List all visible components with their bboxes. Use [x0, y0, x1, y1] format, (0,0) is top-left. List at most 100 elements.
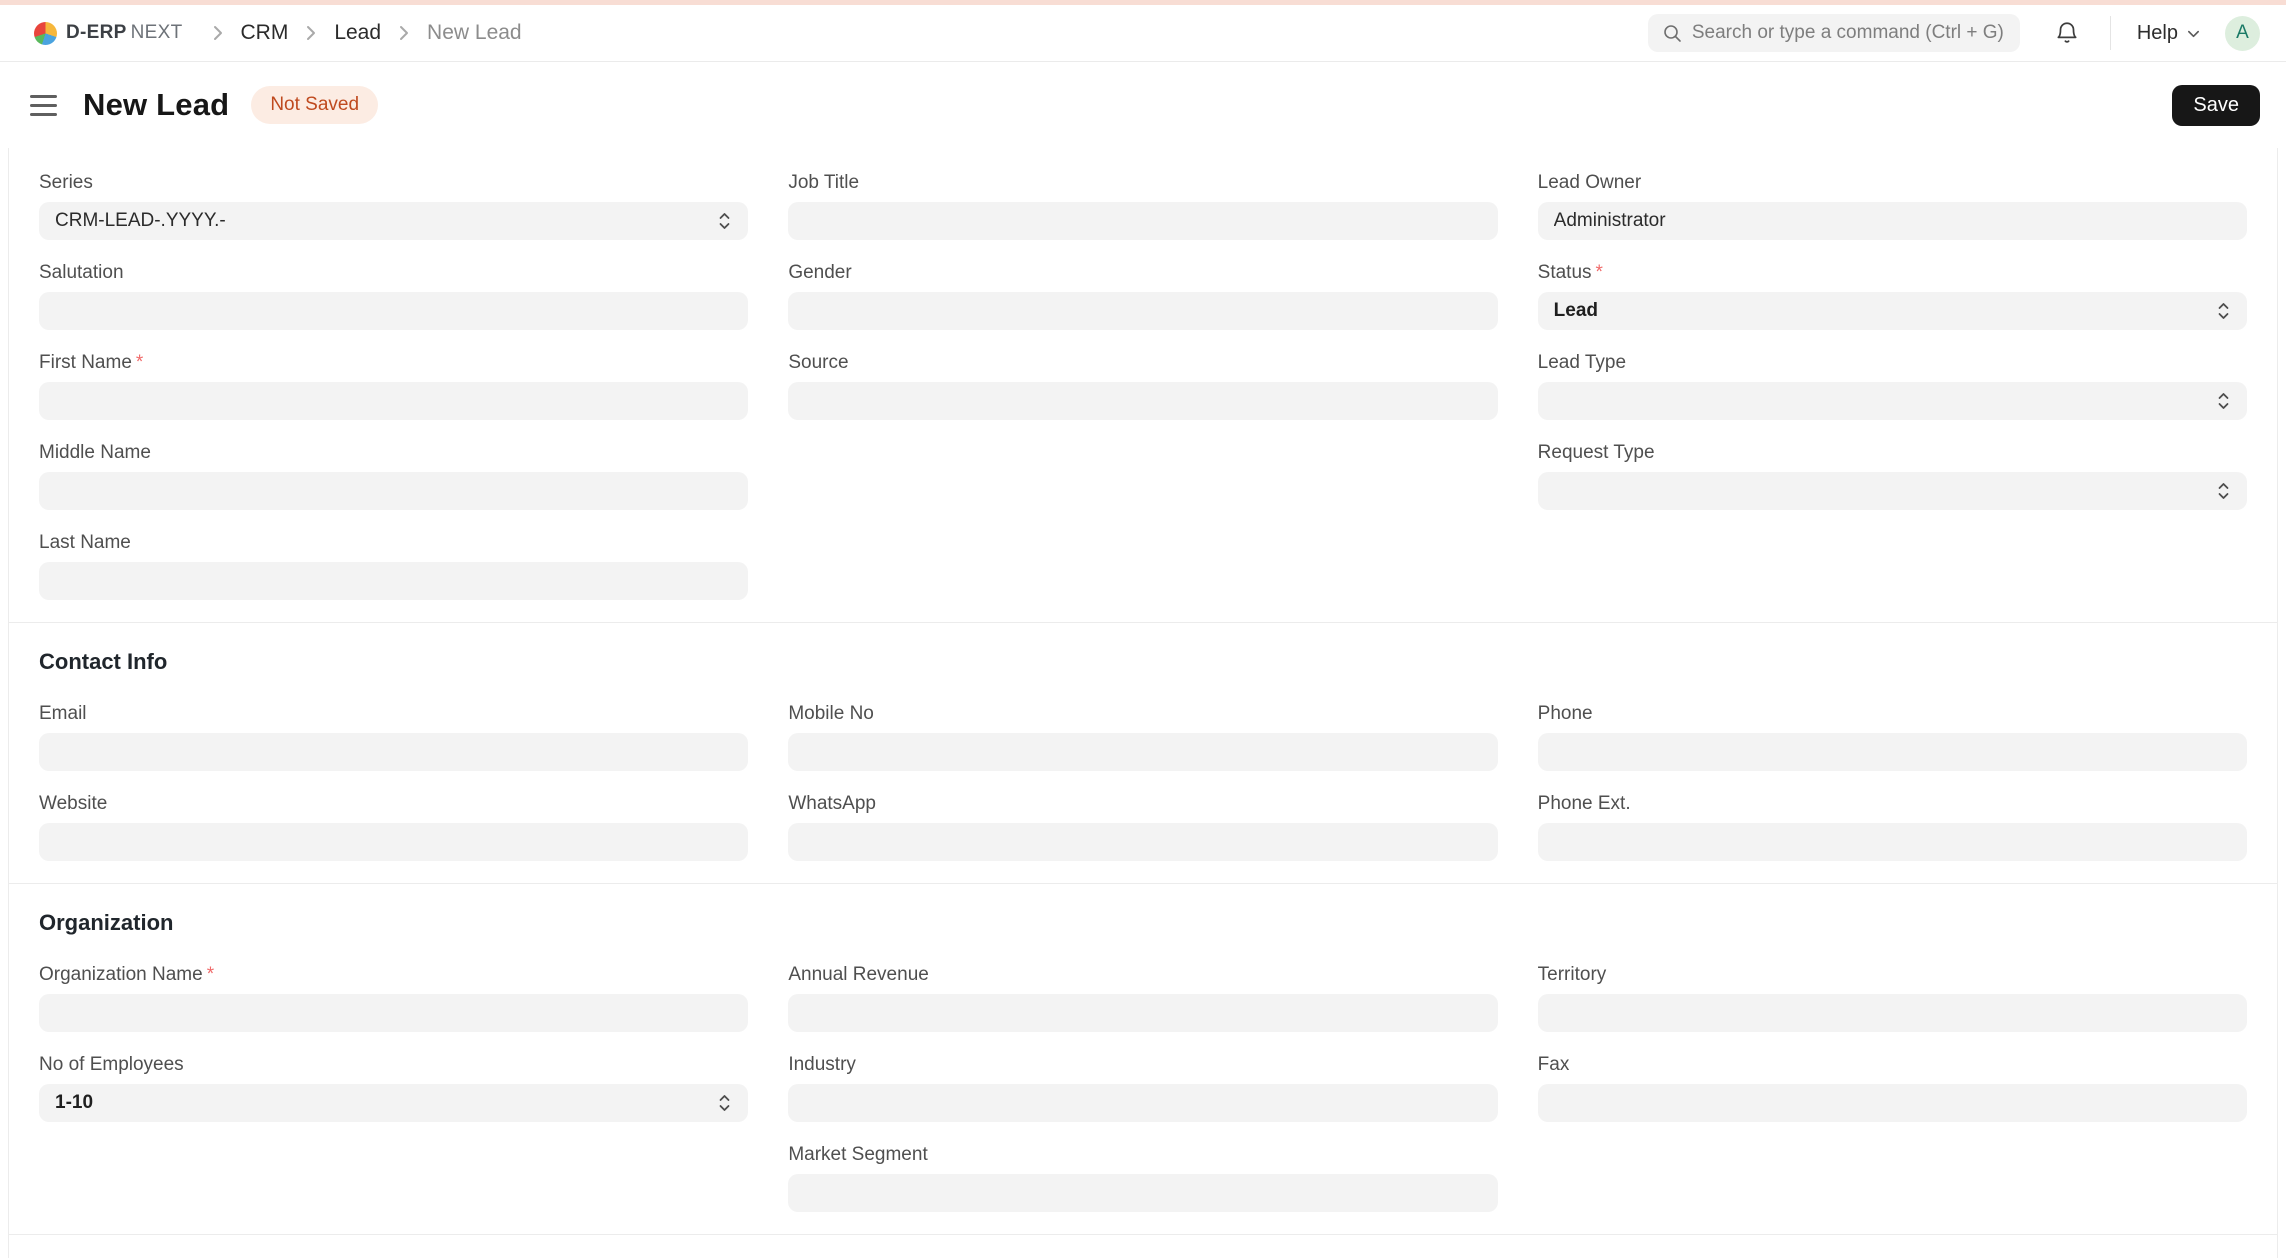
breadcrumb-item-lead[interactable]: Lead: [334, 21, 381, 45]
field-label: Industry: [788, 1054, 1497, 1076]
logo-text: D-ERPNEXT: [66, 22, 183, 44]
field-label: Last Name: [39, 532, 748, 554]
field-request-type: Request Type: [1538, 442, 2247, 510]
source-input[interactable]: [788, 382, 1497, 420]
field-label: Annual Revenue: [788, 964, 1497, 986]
last-name-input[interactable]: [39, 562, 748, 600]
field-annual-revenue: Annual Revenue: [788, 964, 1497, 1032]
email-input[interactable]: [39, 733, 748, 771]
salutation-input[interactable]: [39, 292, 748, 330]
menu-icon[interactable]: [30, 91, 57, 120]
app-logo[interactable]: D-ERPNEXT: [34, 22, 183, 45]
lead-form: Series CRM-LEAD-.YYYY.- Salutation First…: [8, 148, 2278, 1258]
column-middle: Annual Revenue Industry Market Segment: [788, 964, 1497, 1234]
whatsapp-input[interactable]: [788, 823, 1497, 861]
field-job-title: Job Title: [788, 172, 1497, 240]
breadcrumb-separator-icon: [304, 24, 318, 42]
field-label: Fax: [1538, 1054, 2247, 1076]
field-series: Series CRM-LEAD-.YYYY.-: [39, 172, 748, 240]
field-label: Series: [39, 172, 748, 194]
field-phone-ext: Phone Ext.: [1538, 793, 2247, 861]
fax-input[interactable]: [1538, 1084, 2247, 1122]
section-contact-info: Contact Info Email Website Mobile No W: [9, 649, 2277, 883]
series-select[interactable]: CRM-LEAD-.YYYY.-: [39, 202, 748, 240]
field-whatsapp: WhatsApp: [788, 793, 1497, 861]
breadcrumb-item-crm[interactable]: CRM: [241, 21, 289, 45]
field-no-of-employees: No of Employees 1-10: [39, 1054, 748, 1122]
field-lead-owner: Lead Owner: [1538, 172, 2247, 240]
phone-input[interactable]: [1538, 733, 2247, 771]
field-label: Mobile No: [788, 703, 1497, 725]
logo-icon: [34, 22, 57, 45]
status-select[interactable]: Lead: [1538, 292, 2247, 330]
gender-input[interactable]: [788, 292, 1497, 330]
middle-name-input[interactable]: [39, 472, 748, 510]
website-input[interactable]: [39, 823, 748, 861]
field-label: First Name*: [39, 352, 748, 374]
request-type-select[interactable]: [1538, 472, 2247, 510]
global-search[interactable]: [1648, 14, 2020, 52]
lead-owner-input[interactable]: [1538, 202, 2247, 240]
page-title: New Lead: [83, 87, 229, 123]
status-badge: Not Saved: [251, 86, 378, 124]
field-industry: Industry: [788, 1054, 1497, 1122]
field-territory: Territory: [1538, 964, 2247, 1032]
mobile-no-input[interactable]: [788, 733, 1497, 771]
column-middle: Job Title Gender Source: [788, 172, 1497, 622]
field-label: Phone Ext.: [1538, 793, 2247, 815]
field-label: Status*: [1538, 262, 2247, 284]
navbar-right: Help A: [1648, 14, 2260, 52]
market-segment-input[interactable]: [788, 1174, 1497, 1212]
column-right: Lead Owner Status* Lead Lead Type Reques…: [1538, 172, 2247, 622]
field-organization-name: Organization Name*: [39, 964, 748, 1032]
required-asterisk: *: [136, 352, 143, 373]
section-address-contacts-toggle[interactable]: Address & Contacts: [9, 1235, 2277, 1258]
field-label: Salutation: [39, 262, 748, 284]
column-left: Email Website: [39, 703, 748, 883]
field-phone: Phone: [1538, 703, 2247, 771]
help-menu[interactable]: Help: [2137, 22, 2201, 45]
field-label: Phone: [1538, 703, 2247, 725]
navbar: D-ERPNEXT CRM Lead New Lead Help: [0, 5, 2286, 62]
section-divider: [9, 883, 2277, 884]
organization-name-input[interactable]: [39, 994, 748, 1032]
field-status: Status* Lead: [1538, 262, 2247, 330]
field-mobile-no: Mobile No: [788, 703, 1497, 771]
first-name-input[interactable]: [39, 382, 748, 420]
field-label: Market Segment: [788, 1144, 1497, 1166]
field-label: Organization Name*: [39, 964, 748, 986]
required-asterisk: *: [207, 964, 214, 985]
field-label: No of Employees: [39, 1054, 748, 1076]
select-chevron-icon: [717, 209, 732, 233]
search-input[interactable]: [1692, 22, 2006, 44]
section-organization: Organization Organization Name* No of Em…: [9, 910, 2277, 1234]
field-label: Email: [39, 703, 748, 725]
field-first-name: First Name*: [39, 352, 748, 420]
navbar-divider: [2110, 16, 2111, 50]
lead-type-select[interactable]: [1538, 382, 2247, 420]
field-label: Territory: [1538, 964, 2247, 986]
field-label: Source: [788, 352, 1497, 374]
no-of-employees-select[interactable]: 1-10: [39, 1084, 748, 1122]
column-left: Series CRM-LEAD-.YYYY.- Salutation First…: [39, 172, 748, 622]
field-fax: Fax: [1538, 1054, 2247, 1122]
select-chevron-icon: [2216, 299, 2231, 323]
annual-revenue-input[interactable]: [788, 994, 1497, 1032]
breadcrumb-item-new-lead: New Lead: [427, 21, 522, 45]
column-middle: Mobile No WhatsApp: [788, 703, 1497, 883]
column-left: Organization Name* No of Employees 1-10: [39, 964, 748, 1234]
help-label: Help: [2137, 22, 2178, 45]
breadcrumb-separator-icon: [397, 24, 411, 42]
industry-input[interactable]: [788, 1084, 1497, 1122]
save-button[interactable]: Save: [2172, 85, 2260, 126]
phone-ext-input[interactable]: [1538, 823, 2247, 861]
territory-input[interactable]: [1538, 994, 2247, 1032]
page-header: New Lead Not Saved Save: [0, 62, 2286, 148]
notifications-bell-button[interactable]: [2054, 20, 2080, 46]
job-title-input[interactable]: [788, 202, 1497, 240]
search-icon: [1662, 23, 1682, 43]
field-website: Website: [39, 793, 748, 861]
avatar[interactable]: A: [2225, 16, 2260, 51]
field-label: WhatsApp: [788, 793, 1497, 815]
field-label: Middle Name: [39, 442, 748, 464]
